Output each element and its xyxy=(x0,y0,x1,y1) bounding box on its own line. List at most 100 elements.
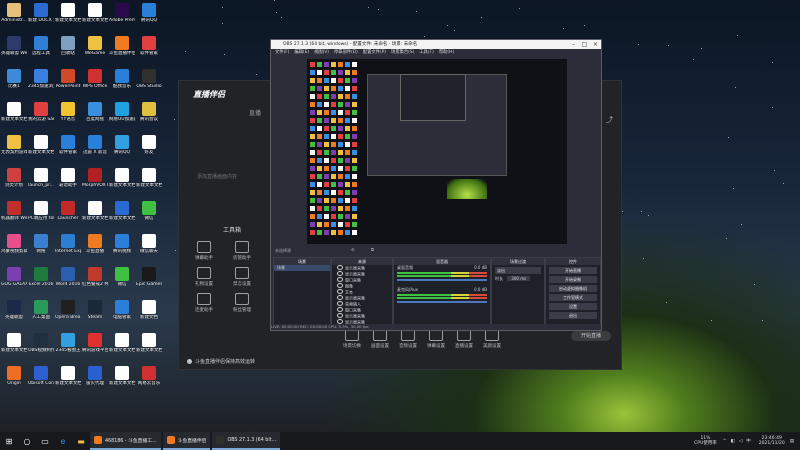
desktop-icon[interactable]: 好友 xyxy=(136,135,162,155)
desktop-icon[interactable]: 新建文本文档(3).txt xyxy=(28,135,54,155)
desktop-icon[interactable]: Administr... xyxy=(1,3,27,23)
desktop-icon[interactable]: OBS视频制作 xyxy=(28,333,54,353)
tool-button[interactable]: 连麦助手 xyxy=(187,293,221,313)
desktop-icon[interactable]: 网易UU加速器 xyxy=(109,102,135,122)
tool-button[interactable]: 禁言设置 xyxy=(225,267,259,287)
desktop-icon[interactable]: Excel 2016 xyxy=(28,267,54,287)
desktop-icon[interactable]: 腾讯QQ xyxy=(136,3,162,23)
desktop-icon[interactable]: 新建文本文档(7) xyxy=(82,201,108,221)
start-button-icon[interactable]: ⊞ xyxy=(0,432,18,450)
desktop-icon[interactable]: 剑灵计划 xyxy=(1,168,27,188)
eye-icon[interactable] xyxy=(337,301,343,306)
control-button[interactable]: 工作室模式 xyxy=(549,294,597,301)
eye-icon[interactable] xyxy=(337,283,343,288)
desktop-icon[interactable]: 2345加速浏览器 xyxy=(28,69,54,89)
desktop-icon[interactable]: 斗鱼直播 xyxy=(82,234,108,254)
menu-item[interactable]: 停靠部件(D) xyxy=(334,50,358,55)
eye-icon[interactable] xyxy=(337,277,343,282)
desktop-icon[interactable]: 微信聊天 xyxy=(136,234,162,254)
desktop-icon[interactable]: Word 2016 xyxy=(55,267,81,287)
control-button[interactable]: 启动虚拟摄像机 xyxy=(549,285,597,292)
desktop-icon[interactable]: 微信 xyxy=(109,267,135,287)
desktop-icon[interactable]: 新建文本文档(2).txt xyxy=(1,333,27,353)
desktop-icon[interactable]: 无畏契约游戏 xyxy=(1,135,27,155)
desktop-icon[interactable]: 腾讯会议 xyxy=(136,102,162,122)
control-button[interactable]: 开始直播 xyxy=(549,267,597,274)
desktop-icon[interactable]: 软件管家 xyxy=(55,135,81,155)
menu-item[interactable]: 场景集合(S) xyxy=(391,50,414,55)
desktop-icon[interactable]: WPS Office xyxy=(82,69,108,89)
desktop-icon[interactable]: launch_pr... xyxy=(28,168,54,188)
notification-icon[interactable]: ▤ xyxy=(790,439,794,444)
eye-icon[interactable] xyxy=(337,289,343,294)
desktop-icon[interactable]: 新建文本文档 xyxy=(136,168,162,188)
desktop-icon[interactable]: 机器翻译 Web... xyxy=(1,201,27,221)
tab-live[interactable]: 直播 xyxy=(249,108,261,117)
desktop-icon[interactable]: 百度网盘 xyxy=(82,102,108,122)
desktop-icon[interactable]: WeGame xyxy=(82,36,108,56)
desktop-icon[interactable]: 微信 xyxy=(136,201,162,221)
scene-item[interactable]: 场景 xyxy=(274,265,330,271)
desktop-icon[interactable]: Adobe Premiere xyxy=(109,3,135,23)
tool-button[interactable]: 房管助手 xyxy=(225,241,259,261)
desktop-icon[interactable]: Steam xyxy=(82,300,108,320)
desktop-icon[interactable]: PC端应用 tokens xyxy=(28,201,54,221)
desktop-icon[interactable]: 新建文本文档(9).docx xyxy=(109,201,135,221)
desktop-icon[interactable]: 红色警戒2 共和国之辉 xyxy=(82,267,108,287)
desktop-icon[interactable]: YY语音 xyxy=(55,102,81,122)
desktop-icon[interactable]: 新建文本文档.txt xyxy=(1,102,27,122)
task-view-icon[interactable]: ▭ xyxy=(36,432,54,450)
eye-icon[interactable] xyxy=(337,307,343,312)
volume-slider[interactable] xyxy=(397,279,487,281)
desktop-icon[interactable]: 新建文本文档(5).txt xyxy=(55,366,81,386)
taskbar-app[interactable]: 468186 - 斗鱼直播工... xyxy=(90,432,161,450)
menu-item[interactable]: 文件(F) xyxy=(275,50,289,55)
menu-item[interactable]: 配置文件(P) xyxy=(363,50,386,55)
desktop-icon[interactable]: Ubisoft Connect xyxy=(28,366,54,386)
tool-button[interactable]: 礼物设置 xyxy=(187,267,221,287)
desktop-icon[interactable]: GOG GALAXY xyxy=(1,267,27,287)
volume-icon[interactable]: ◁ xyxy=(739,439,742,444)
desktop-icon[interactable]: 新建 DOCX 文档.docx xyxy=(28,3,54,23)
transition-select[interactable]: 淡出 xyxy=(495,267,541,274)
desktop-icon[interactable]: 比赛1 xyxy=(1,69,27,89)
desktop-icon[interactable]: 新建文本文档(11) xyxy=(109,366,135,386)
clock[interactable]: 23:46:49 2021/11/20 xyxy=(759,436,785,447)
desktop-icon[interactable]: 新建文本文档(4).txt xyxy=(55,3,81,23)
eye-icon[interactable] xyxy=(337,265,343,270)
desktop-icon[interactable]: Opera Breakpoint xyxy=(55,300,81,320)
desktop-icon[interactable]: OBS Studio xyxy=(136,69,162,89)
desktop-icon[interactable]: 迅雷 X 影音 xyxy=(82,135,108,155)
close-icon[interactable]: × xyxy=(590,40,601,49)
desktop-icon[interactable]: 新建文本文档 xyxy=(136,333,162,353)
maximize-icon[interactable]: □ xyxy=(579,40,590,49)
tool-button[interactable]: 弹幕助手 xyxy=(187,241,221,261)
control-button[interactable]: 退出 xyxy=(549,312,597,319)
desktop-icon[interactable]: 腾讯游戏平台 xyxy=(82,333,108,353)
desktop-icon[interactable]: 鸿蒙视频剪辑工具 xyxy=(1,234,27,254)
obs-preview-canvas[interactable] xyxy=(307,59,567,244)
share-icon[interactable]: ⤴ xyxy=(606,115,613,125)
desktop-icon[interactable]: 酷我音乐 xyxy=(109,69,135,89)
edge-icon[interactable]: e xyxy=(54,432,72,450)
bottom-tool-button[interactable]: 美颜设置 xyxy=(475,329,509,349)
desktop-icon[interactable]: 网络 xyxy=(28,234,54,254)
eye-icon[interactable] xyxy=(337,313,343,318)
taskbar-app[interactable]: OBS 27.1.3 (64 bit... xyxy=(212,432,281,450)
desktop-icon[interactable]: PowerPoint xyxy=(55,69,81,89)
desktop-icon[interactable]: Launcher xyxy=(55,201,81,221)
filter-icon[interactable]: ⧉ xyxy=(371,247,374,252)
control-button[interactable]: 开始录制 xyxy=(549,276,597,283)
desktop-icon[interactable]: MorphVOX Pro xyxy=(82,168,108,188)
desktop-icon[interactable]: 新建文本文档(6).txt xyxy=(82,3,108,23)
desktop-icon[interactable]: 2345看图王 xyxy=(55,333,81,353)
desktop-icon[interactable]: 回收站 xyxy=(55,36,81,56)
desktop-icon[interactable]: 靠谱助手 xyxy=(55,168,81,188)
menu-item[interactable]: 视图(V) xyxy=(314,50,329,55)
volume-slider[interactable] xyxy=(397,301,487,303)
desktop-icon[interactable]: 腾讯视频 xyxy=(109,234,135,254)
tray-up-icon[interactable]: ^ xyxy=(723,439,727,444)
start-live-button[interactable]: 开始直播 xyxy=(571,331,611,341)
ime-icon[interactable]: 中 xyxy=(746,438,751,444)
desktop-icon[interactable]: 新建文本文档(8).txt xyxy=(109,168,135,188)
